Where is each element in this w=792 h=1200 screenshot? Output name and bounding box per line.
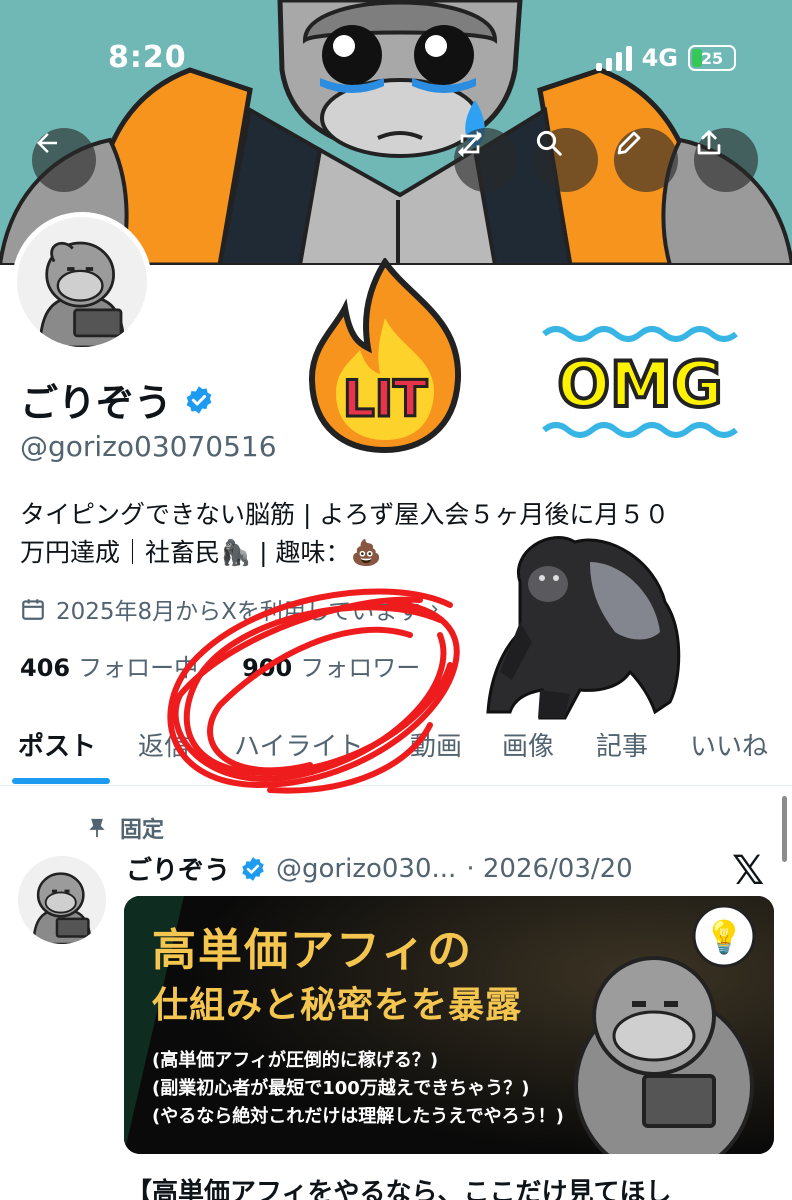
tab-posts[interactable]: ポスト bbox=[18, 726, 96, 763]
profile-handle: @gorizo03070516 bbox=[20, 430, 277, 463]
post-date: · 2026/03/20 bbox=[466, 853, 633, 884]
lit-fire-sticker: LIT bbox=[308, 258, 462, 454]
arrow-left-icon bbox=[37, 133, 57, 153]
media-subtitle: (副業初心者が最短で100万越えできちゃう？) bbox=[152, 1078, 530, 1099]
network-type: 4G bbox=[641, 44, 678, 72]
post-media-image[interactable]: 💡 高単価アフィの 仕組みと秘密をを暴露 (高単価アフィが圧倒的に稼げる？) (… bbox=[124, 896, 774, 1154]
verified-badge-icon[interactable] bbox=[184, 385, 214, 415]
svg-text:💡: 💡 bbox=[704, 918, 744, 956]
tab-articles[interactable]: 記事 bbox=[596, 726, 648, 763]
media-subtitle: (高単価アフィが圧倒的に稼げる？) bbox=[152, 1050, 439, 1071]
edit-icon bbox=[617, 131, 641, 155]
battery-icon: 25 bbox=[688, 45, 736, 71]
profile-name: ごりぞう bbox=[20, 381, 173, 425]
x-logo-icon: 𝕏 bbox=[732, 848, 765, 894]
profile-avatar[interactable] bbox=[12, 212, 152, 352]
scrollbar[interactable] bbox=[782, 796, 787, 862]
media-title-line1: 高単価アフィの bbox=[152, 925, 474, 976]
profile-name-row: ごりぞう bbox=[20, 372, 214, 427]
media-subtitle: (やるなら絶対これだけは理解したうえでやろう！) bbox=[152, 1106, 564, 1127]
tab-images[interactable]: 画像 bbox=[502, 726, 554, 763]
omg-text: OMG bbox=[557, 348, 722, 421]
pinned-label-row: 固定 bbox=[86, 812, 164, 844]
status-indicators: 4G 25 bbox=[595, 44, 736, 72]
post-author-name[interactable]: ごりぞう bbox=[126, 850, 230, 887]
lit-text: LIT bbox=[343, 370, 428, 428]
pin-icon bbox=[89, 818, 105, 838]
gorilla-avatar-image bbox=[18, 856, 106, 944]
post-author-handle: @gorizo030... bbox=[276, 853, 457, 884]
red-scribble-circle bbox=[167, 588, 460, 794]
tab-likes[interactable]: いいね bbox=[690, 726, 768, 763]
share-icon bbox=[697, 130, 721, 155]
media-title-line2: 仕組みと秘密をを暴露 bbox=[152, 985, 523, 1026]
following-count: 406 bbox=[20, 654, 71, 682]
active-tab-indicator bbox=[12, 778, 110, 784]
pinned-label: 固定 bbox=[120, 818, 165, 843]
post-header: ごりぞう @gorizo030... · 2026/03/20 bbox=[126, 850, 633, 887]
calendar-icon bbox=[22, 599, 44, 620]
omg-sticker: OMG bbox=[542, 326, 738, 438]
status-time: 8:20 bbox=[108, 40, 187, 75]
search-button[interactable] bbox=[534, 128, 598, 192]
retweet-icon bbox=[458, 130, 482, 158]
signal-icon bbox=[595, 45, 632, 71]
gorilla-avatar-image bbox=[17, 217, 147, 347]
battery-level: 25 bbox=[700, 48, 724, 68]
gorilla-sticker bbox=[486, 536, 681, 720]
share-button[interactable] bbox=[694, 128, 758, 192]
post-author-avatar[interactable] bbox=[18, 856, 106, 944]
edit-button[interactable] bbox=[614, 128, 678, 192]
search-icon bbox=[536, 130, 562, 156]
back-button[interactable] bbox=[32, 128, 96, 192]
post-text: 【高単価アフィをやるなら、ここだけ見てほし bbox=[126, 1178, 672, 1200]
verified-badge-icon bbox=[242, 856, 264, 881]
retweet-button[interactable] bbox=[454, 128, 518, 192]
